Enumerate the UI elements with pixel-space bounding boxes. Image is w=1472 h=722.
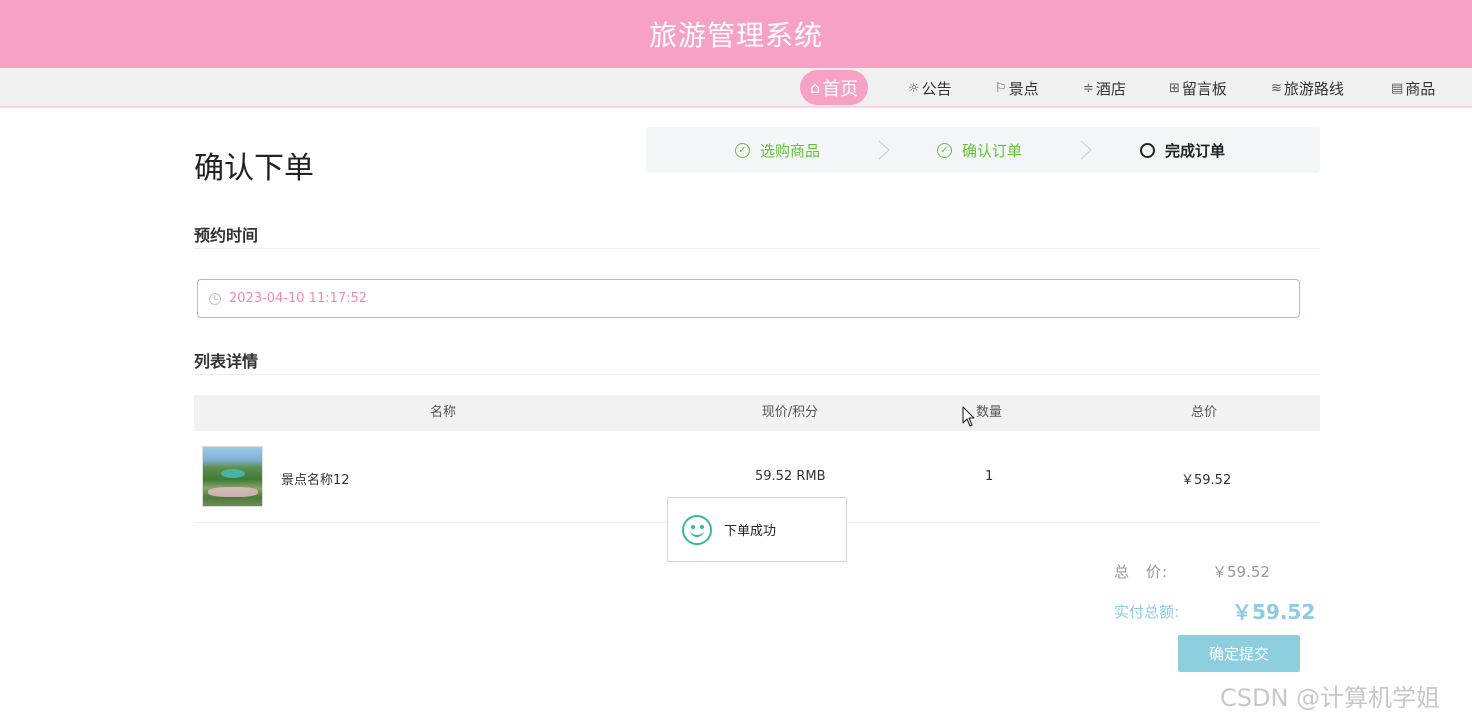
nav-item-hotel[interactable]: ≑ 酒店 <box>1083 68 1126 108</box>
confirm-submit-button[interactable]: 确定提交 <box>1178 635 1300 672</box>
nav-item-notice[interactable]: ☼ 公告 <box>908 68 952 108</box>
check-circle-icon: ✓ <box>735 142 750 158</box>
order-steps: ✓ 选购商品 ✓ 确认订单 完成订单 <box>646 127 1320 173</box>
nav-item-messages[interactable]: ⊞ 留言板 <box>1169 68 1227 108</box>
booking-datetime-value: 2023-04-10 11:17:52 <box>229 291 368 306</box>
watermark: CSDN @计算机学姐 <box>1220 684 1441 712</box>
clock-icon <box>209 292 221 305</box>
app-title: 旅游管理系统 <box>648 19 823 52</box>
column-header-quantity: 数量 <box>975 405 1003 420</box>
nav-item-label: 酒店 <box>1095 79 1126 98</box>
row-total: ￥59.52 <box>1181 473 1232 488</box>
paid-total-value: ￥59.52 <box>1232 600 1316 624</box>
scenic-thumbnail <box>202 446 263 507</box>
step-label: 完成订单 <box>1165 141 1226 160</box>
nav-item-label: 旅游路线 <box>1283 79 1344 98</box>
divider <box>194 374 1320 375</box>
paid-total-label: 实付总额: <box>1114 603 1180 621</box>
row-quantity: 1 <box>985 469 994 484</box>
layers-icon: ≋ <box>1271 80 1282 96</box>
page-title: 确认下单 <box>194 151 314 186</box>
sliders-icon: ≑ <box>1083 80 1094 96</box>
step-label: 选购商品 <box>760 141 821 160</box>
top-nav: ⌂ 首页 ☼ 公告 ⚐ 景点 ≑ 酒店 ⊞ 留言板 ≋ 旅游路线 ▤ 商品 <box>0 68 1472 108</box>
step-complete-order: 完成订单 <box>1140 127 1225 173</box>
mouse-cursor-icon <box>962 406 975 427</box>
total-price-label: 总 价: <box>1114 563 1169 581</box>
check-circle-icon: ✓ <box>937 142 952 158</box>
nav-item-label: 留言板 <box>1181 79 1227 98</box>
chevron-right-icon <box>878 140 890 160</box>
nav-item-home[interactable]: ⌂ 首页 <box>800 70 869 105</box>
booking-section-title: 预约时间 <box>194 226 259 245</box>
column-header-price: 现价/积分 <box>761 405 819 420</box>
message-icon: ⊞ <box>1169 80 1180 96</box>
circle-icon <box>1140 142 1155 158</box>
chevron-right-icon <box>1080 140 1092 160</box>
nav-item-label: 公告 <box>921 79 952 98</box>
nav-item-routes[interactable]: ≋ 旅游路线 <box>1271 68 1344 108</box>
sound-icon: ☼ <box>908 80 920 96</box>
smile-icon <box>682 514 712 545</box>
nav-item-scenic[interactable]: ⚐ 景点 <box>995 68 1039 108</box>
column-header-name: 名称 <box>429 405 457 420</box>
step-select-goods: ✓ 选购商品 <box>735 127 820 173</box>
booking-datetime-input[interactable]: 2023-04-10 11:17:52 <box>197 279 1300 318</box>
home-icon: ⌂ <box>810 78 821 97</box>
step-label: 确认订单 <box>962 141 1023 160</box>
flag-icon: ⚐ <box>995 80 1007 96</box>
nav-item-label: 景点 <box>1008 79 1039 98</box>
total-price-value: ￥59.52 <box>1212 563 1270 581</box>
list-section-title: 列表详情 <box>194 352 259 371</box>
row-name: 景点名称12 <box>281 473 350 488</box>
app-header: 旅游管理系统 <box>0 0 1472 68</box>
success-toast: 下单成功 <box>667 497 847 562</box>
nav-item-label: 商品 <box>1405 79 1436 98</box>
row-price: 59.52 RMB <box>755 469 826 484</box>
document-icon: ▤ <box>1391 80 1404 96</box>
divider <box>194 248 1320 249</box>
toast-message: 下单成功 <box>724 524 777 539</box>
column-header-total: 总价 <box>1190 405 1218 420</box>
step-confirm-order: ✓ 确认订单 <box>937 127 1022 173</box>
table-header: 名称 现价/积分 数量 总价 <box>194 395 1320 431</box>
nav-item-goods[interactable]: ▤ 商品 <box>1391 68 1435 108</box>
nav-item-label: 首页 <box>822 78 859 100</box>
